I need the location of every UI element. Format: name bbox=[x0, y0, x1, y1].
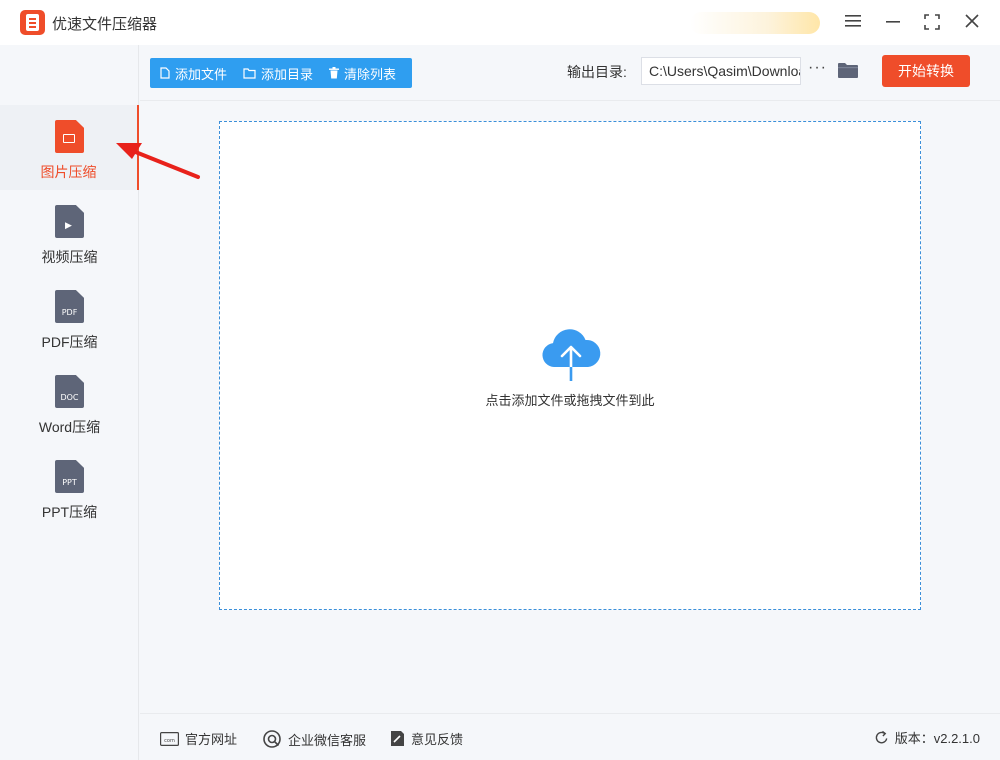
open-folder-icon[interactable] bbox=[838, 62, 858, 81]
app-title: 优速文件压缩器 bbox=[52, 16, 158, 33]
svg-text:com: com bbox=[164, 738, 175, 744]
sidebar-item-word-compress[interactable]: DOC Word压缩 bbox=[0, 360, 139, 445]
sidebar-item-label: PDF压缩 bbox=[41, 334, 98, 350]
pdf-file-icon: PDF bbox=[55, 290, 84, 323]
menu-icon[interactable] bbox=[838, 8, 868, 36]
folder-outline-icon bbox=[243, 67, 256, 79]
file-action-group: 添加文件 添加目录 清除列表 bbox=[150, 58, 412, 88]
chat-icon bbox=[262, 729, 282, 749]
clear-list-button[interactable]: 清除列表 bbox=[329, 64, 396, 83]
image-file-icon bbox=[55, 120, 84, 153]
video-file-icon: ▶ bbox=[55, 205, 84, 238]
footer: com 官方网址 企业微信客服 意见反馈 版本：v2.2.1.0 bbox=[140, 713, 1000, 760]
feedback-icon bbox=[390, 730, 405, 747]
sidebar-item-label: 视频压缩 bbox=[41, 249, 98, 265]
sidebar-item-label: PPT压缩 bbox=[41, 504, 98, 520]
start-convert-button[interactable]: 开始转换 bbox=[882, 55, 970, 87]
official-website-link[interactable]: com 官方网址 bbox=[160, 729, 237, 748]
more-options-button[interactable]: ··· bbox=[808, 59, 827, 77]
sidebar-item-label: Word压缩 bbox=[38, 419, 101, 435]
sidebar-item-pdf-compress[interactable]: PDF PDF压缩 bbox=[0, 275, 139, 360]
toolbar: 添加文件 添加目录 清除列表 输出目录: C:\Users\Qasim\Down… bbox=[140, 45, 1000, 101]
title-bar: 优速文件压缩器 bbox=[0, 0, 1000, 45]
output-dir-field[interactable]: C:\Users\Qasim\Downloads bbox=[641, 57, 801, 85]
close-icon[interactable] bbox=[957, 8, 987, 36]
file-icon bbox=[160, 67, 170, 79]
cloud-upload-icon bbox=[540, 327, 602, 386]
add-file-button[interactable]: 添加文件 bbox=[160, 64, 227, 83]
trash-icon bbox=[329, 67, 340, 79]
annotation-arrow-icon bbox=[110, 135, 205, 186]
add-folder-button[interactable]: 添加目录 bbox=[243, 64, 313, 83]
promo-banner[interactable] bbox=[690, 12, 820, 34]
output-dir-label: 输出目录: bbox=[567, 64, 627, 80]
feedback-link[interactable]: 意见反馈 bbox=[390, 729, 463, 748]
file-drop-zone[interactable]: 点击添加文件或拖拽文件到此 bbox=[219, 121, 921, 610]
word-file-icon: DOC bbox=[55, 375, 84, 408]
refresh-icon[interactable] bbox=[874, 730, 889, 745]
version-info: 版本：v2.2.1.0 bbox=[874, 728, 980, 747]
maximize-icon[interactable] bbox=[917, 8, 947, 36]
sidebar-item-video-compress[interactable]: ▶ 视频压缩 bbox=[0, 190, 139, 275]
wechat-support-link[interactable]: 企业微信客服 bbox=[262, 729, 366, 749]
minimize-icon[interactable] bbox=[878, 8, 908, 36]
sidebar-item-ppt-compress[interactable]: PPT PPT压缩 bbox=[0, 445, 139, 530]
ppt-file-icon: PPT bbox=[55, 460, 84, 493]
drop-hint-text: 点击添加文件或拖拽文件到此 bbox=[485, 393, 655, 408]
website-icon: com bbox=[160, 731, 179, 746]
app-logo-icon bbox=[20, 10, 45, 35]
